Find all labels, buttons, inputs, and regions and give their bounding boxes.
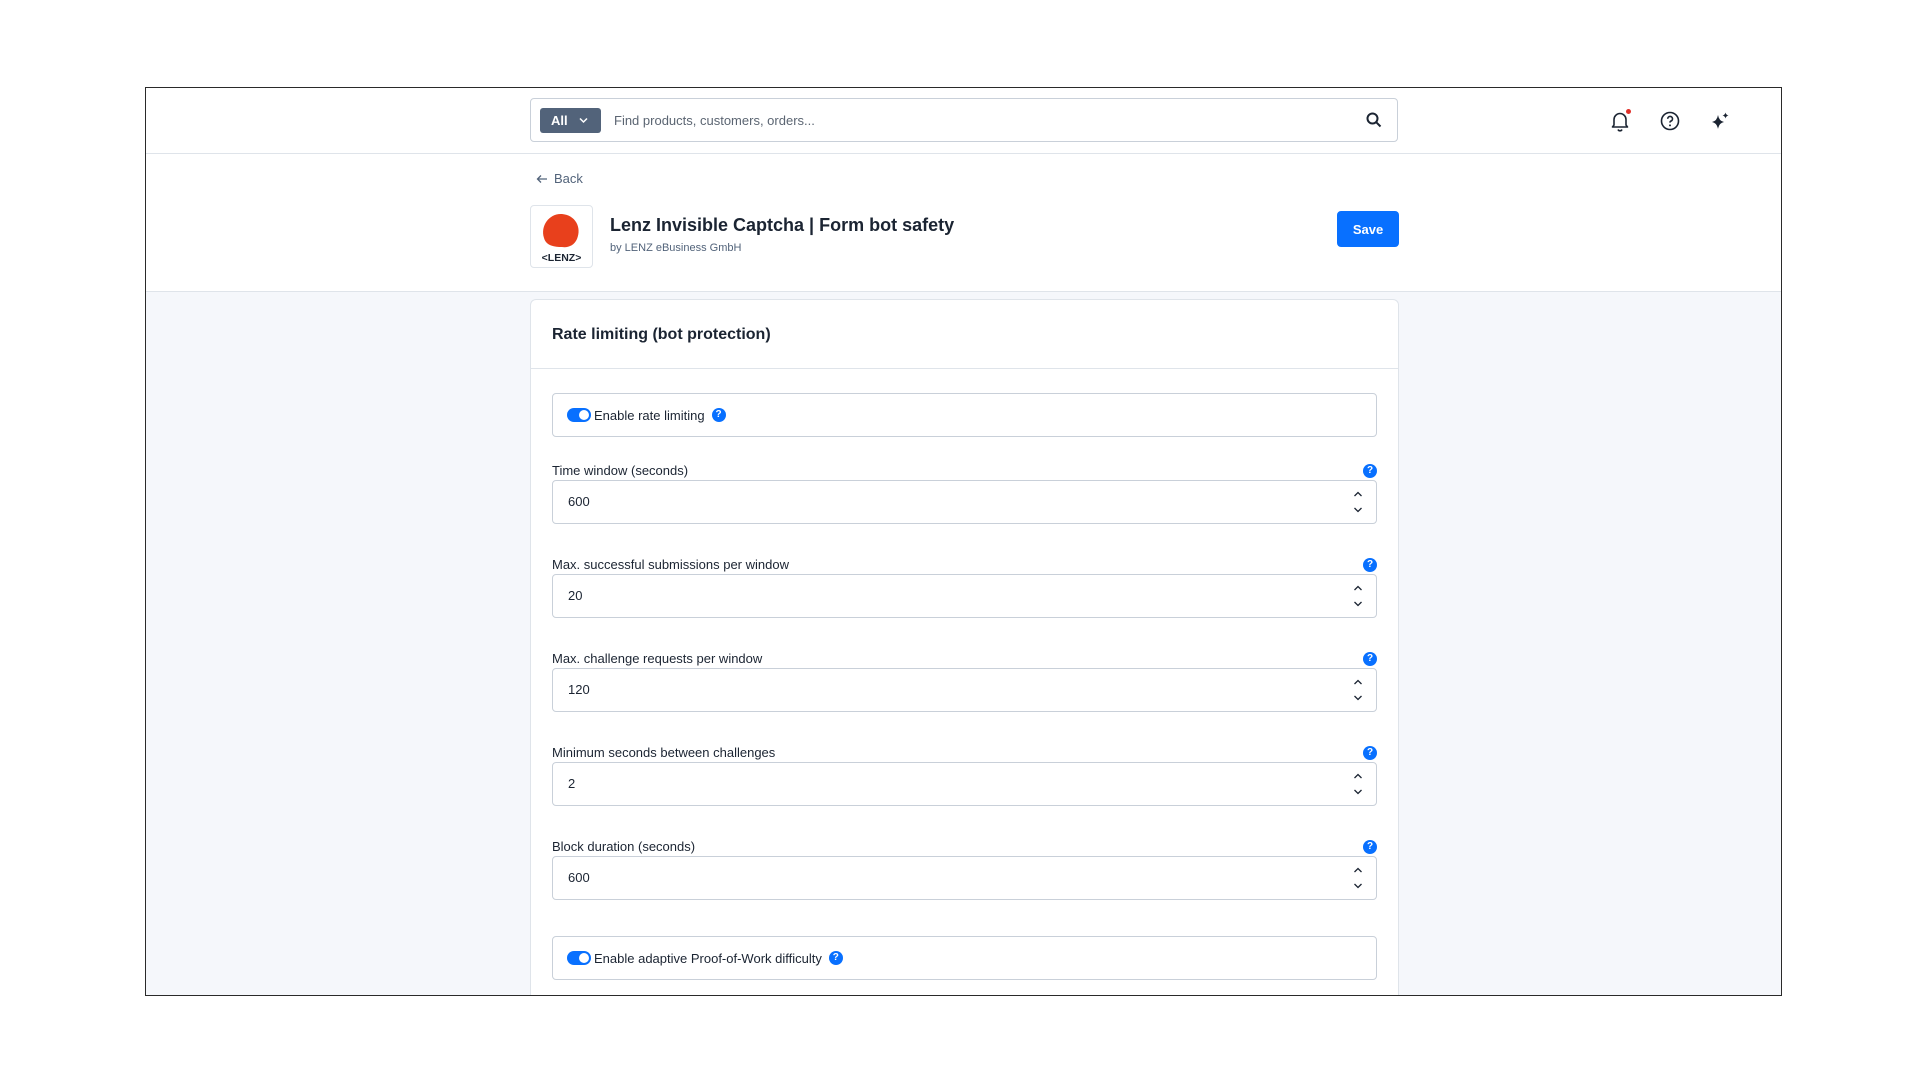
- time-window-field: Time window (seconds) ? 600: [552, 463, 1377, 533]
- info-icon[interactable]: ?: [1363, 746, 1377, 760]
- search-icon[interactable]: [1365, 111, 1383, 129]
- search-scope-label: All: [551, 113, 568, 128]
- info-icon[interactable]: ?: [1363, 840, 1377, 854]
- number-stepper[interactable]: [1352, 863, 1364, 893]
- field-label: Max. challenge requests per window: [552, 651, 763, 666]
- field-label: Minimum seconds between challenges: [552, 745, 776, 760]
- info-icon[interactable]: ?: [1363, 652, 1377, 666]
- rate-limiting-card: Rate limiting (bot protection) Enable ra…: [530, 299, 1399, 995]
- save-button[interactable]: Save: [1337, 211, 1399, 247]
- chevron-down-icon[interactable]: [1352, 878, 1364, 893]
- min-seconds-input[interactable]: 2: [552, 762, 1377, 806]
- field-value: 2: [568, 776, 576, 791]
- number-stepper[interactable]: [1352, 487, 1364, 517]
- field-value: 120: [568, 682, 590, 697]
- number-stepper[interactable]: [1352, 581, 1364, 611]
- field-label: Max. successful submissions per window: [552, 557, 789, 572]
- field-value: 20: [568, 588, 583, 603]
- search-input[interactable]: [614, 99, 1334, 141]
- info-icon[interactable]: ?: [711, 408, 726, 422]
- svg-text:<LENZ>: <LENZ>: [542, 252, 582, 264]
- sparkle-icon: [1712, 112, 1729, 129]
- chevron-up-icon[interactable]: [1352, 487, 1364, 502]
- info-icon[interactable]: ?: [828, 951, 843, 965]
- app-header: Back <LENZ> Lenz Invisible Captcha | For…: [146, 154, 1781, 292]
- adaptive-pow-toggle-row: Enable adaptive Proof-of-Work difficulty…: [552, 936, 1377, 980]
- global-search: All: [530, 98, 1398, 142]
- info-icon[interactable]: ?: [1363, 558, 1377, 572]
- help-circle-icon: [1660, 111, 1680, 131]
- rate-limiting-toggle-row: Enable rate limiting ?: [552, 393, 1377, 437]
- card-title: Rate limiting (bot protection): [531, 300, 1398, 369]
- chevron-up-icon[interactable]: [1352, 675, 1364, 690]
- block-duration-field: Block duration (seconds) ? 600: [552, 839, 1377, 909]
- admin-window: All Find products, customers, orders... …: [145, 87, 1782, 996]
- field-label: Time window (seconds): [552, 463, 689, 478]
- chevron-down-icon[interactable]: [1352, 596, 1364, 611]
- field-label: Block duration (seconds): [552, 839, 696, 854]
- max-submissions-field: Max. successful submissions per window ?…: [552, 557, 1377, 627]
- chevron-down-icon[interactable]: [1352, 690, 1364, 705]
- chevron-down-icon: [579, 117, 588, 124]
- top-bar: All: [146, 88, 1781, 154]
- app-title: Lenz Invisible Captcha | Form bot safety: [610, 215, 955, 235]
- block-duration-input[interactable]: 600: [552, 856, 1377, 900]
- notifications-button[interactable]: [1608, 109, 1632, 133]
- min-seconds-field: Minimum seconds between challenges ? 2: [552, 745, 1377, 815]
- search-scope-dropdown[interactable]: All: [540, 108, 601, 133]
- app-vendor: by LENZ eBusiness GmbH: [610, 242, 742, 254]
- max-submissions-input[interactable]: 20: [552, 574, 1377, 618]
- chevron-down-icon[interactable]: [1352, 784, 1364, 799]
- adaptive-pow-switch[interactable]: [567, 951, 591, 965]
- toggle-label: Enable rate limiting: [594, 407, 705, 423]
- max-challenges-field: Max. challenge requests per window ? 120: [552, 651, 1377, 721]
- ai-assistant-button[interactable]: [1708, 109, 1732, 133]
- time-window-input[interactable]: 600: [552, 480, 1377, 524]
- field-value: 600: [568, 870, 590, 885]
- back-label: Back: [554, 171, 583, 186]
- chevron-up-icon[interactable]: [1352, 863, 1364, 878]
- max-challenges-input[interactable]: 120: [552, 668, 1377, 712]
- chevron-up-icon[interactable]: [1352, 581, 1364, 596]
- back-link[interactable]: Back: [536, 171, 583, 186]
- chevron-up-icon[interactable]: [1352, 769, 1364, 784]
- toggle-label: Enable adaptive Proof-of-Work difficulty: [594, 950, 822, 966]
- chevron-down-icon[interactable]: [1352, 502, 1364, 517]
- arrow-left-icon: [536, 174, 547, 183]
- number-stepper[interactable]: [1352, 769, 1364, 799]
- info-icon[interactable]: ?: [1363, 464, 1377, 478]
- field-value: 600: [568, 494, 590, 509]
- help-button[interactable]: [1658, 109, 1682, 133]
- app-logo: <LENZ>: [530, 205, 593, 268]
- rate-limiting-switch[interactable]: [567, 408, 591, 422]
- notification-dot: [1626, 109, 1631, 114]
- number-stepper[interactable]: [1352, 675, 1364, 705]
